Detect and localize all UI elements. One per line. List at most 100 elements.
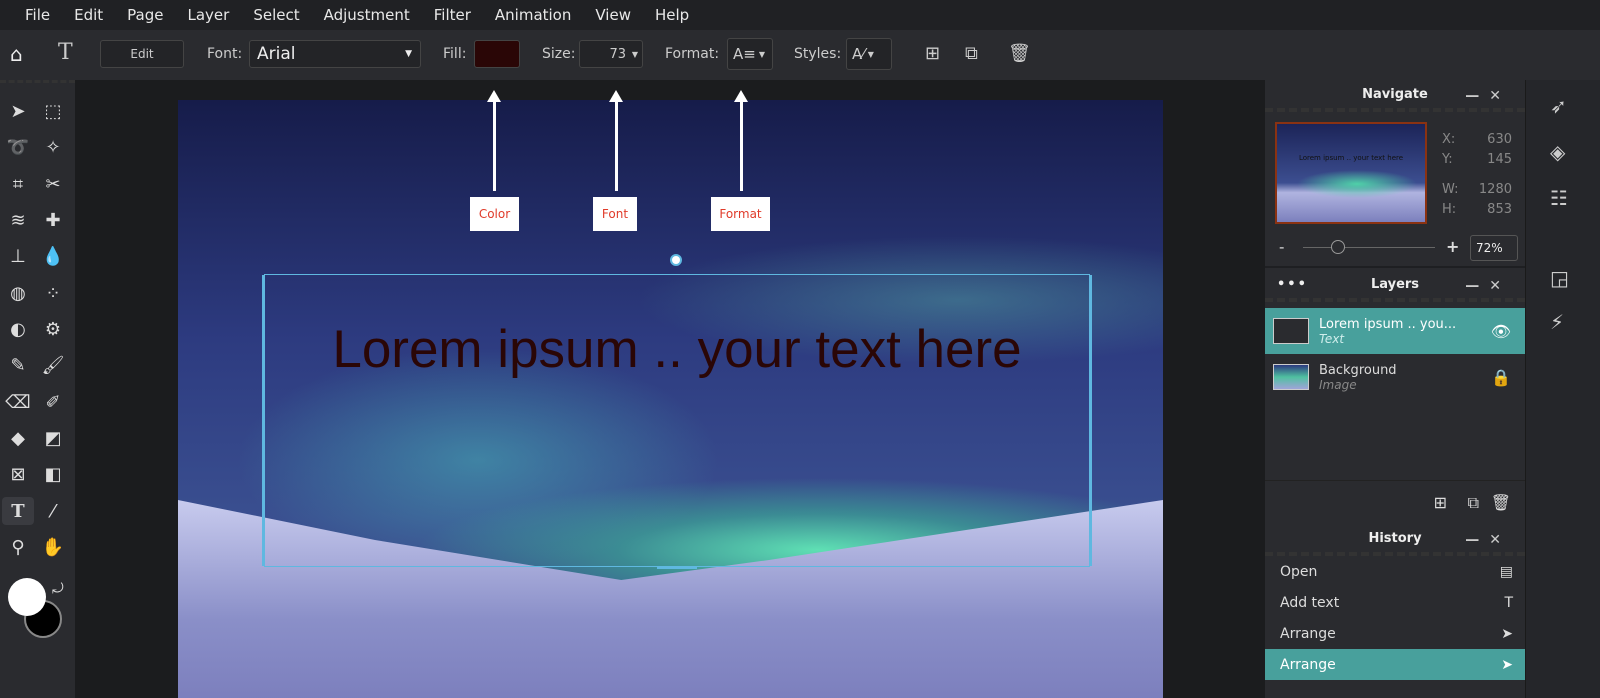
navigate-icon[interactable]: ➶ <box>1550 94 1567 118</box>
history-icon[interactable]: ☷ <box>1550 186 1568 210</box>
add-layer-icon[interactable]: ⊞ <box>1434 493 1447 512</box>
duplicate-icon[interactable]: ⧉ <box>965 43 978 64</box>
font-label: Font: <box>207 46 243 62</box>
stamp-icon[interactable]: ⊥ <box>4 242 32 270</box>
history-header: History —✕ <box>1265 524 1525 556</box>
annotation-font: Font <box>593 197 637 231</box>
trash-icon[interactable]: 🗑 <box>1008 43 1031 64</box>
sponge-icon[interactable]: ◍ <box>4 279 32 307</box>
lasso-tool-icon[interactable]: ➰ <box>4 133 32 161</box>
gradient-icon[interactable]: ◩ <box>39 424 67 452</box>
history-item[interactable]: Add text T <box>1265 587 1525 618</box>
history-item[interactable]: Arrange ➤ <box>1265 618 1525 649</box>
history-label: Add text <box>1280 594 1340 611</box>
panel-controls[interactable]: —✕ <box>1465 278 1511 294</box>
panel-controls[interactable]: —✕ <box>1465 88 1511 104</box>
history-panel: History —✕ Open ▤ Add text T Arrange ➤ Arran… <box>1265 524 1525 698</box>
eyedropper-icon[interactable]: ⁄ <box>39 497 67 525</box>
document-icon: ▤ <box>1499 563 1513 580</box>
pen-icon[interactable]: ✎ <box>4 351 32 379</box>
more-icon[interactable]: ••• <box>1277 277 1308 292</box>
menu-file[interactable]: File <box>25 6 50 24</box>
format-button[interactable]: A≡ ▼ <box>727 38 773 70</box>
layer-type: Image <box>1319 377 1357 392</box>
history-title: History <box>1368 530 1422 546</box>
dodge-icon[interactable]: ◐ <box>4 315 32 343</box>
clone-brush-icon[interactable]: ✐ <box>39 388 67 416</box>
y-value: 145 <box>1487 152 1512 167</box>
foreground-color-swatch[interactable] <box>8 578 46 616</box>
history-label: Arrange <box>1280 625 1336 642</box>
text-layer-selection[interactable]: Lorem ipsum .. your text here <box>262 254 1092 569</box>
hand-icon[interactable]: ✋ <box>39 533 67 561</box>
rotate-handle[interactable] <box>670 254 682 266</box>
eraser-icon[interactable]: ⌫ <box>4 388 32 416</box>
edit-button[interactable]: Edit <box>100 40 184 68</box>
zoom-slider[interactable] <box>1303 240 1435 254</box>
menu-layer[interactable]: Layer <box>188 6 230 24</box>
menu-adjustment[interactable]: Adjustment <box>324 6 410 24</box>
shapes-icon[interactable]: ◧ <box>39 460 67 488</box>
resize-handle-bottom[interactable] <box>657 566 697 569</box>
layer-item-background[interactable]: Background Image 🔒 <box>1265 354 1525 400</box>
resize-handle-right[interactable] <box>1089 275 1092 566</box>
zoom-input[interactable]: 72% <box>1470 235 1518 261</box>
layer-item-text[interactable]: Lorem ipsum .. you... Text 👁 <box>1265 308 1525 354</box>
arrow-annotation <box>487 90 501 191</box>
resize-icon[interactable]: ◲ <box>1550 266 1569 290</box>
fill-label: Fill: <box>443 46 467 62</box>
lightning-icon[interactable]: ⚡ <box>1550 310 1564 334</box>
scissors-icon[interactable]: ✂ <box>39 170 67 198</box>
layers-icon[interactable]: ◈ <box>1550 140 1565 164</box>
styles-label: Styles: <box>794 46 842 62</box>
navigator-thumbnail[interactable]: Lorem ipsum .. your text here <box>1275 122 1427 224</box>
zoom-icon[interactable]: ⚲ <box>4 533 32 561</box>
text-tool-icon[interactable]: T <box>2 497 34 525</box>
resize-handle-left[interactable] <box>262 275 265 566</box>
add-icon[interactable]: ⊞ <box>925 43 940 64</box>
history-label: Open <box>1280 563 1318 580</box>
sharpen-icon[interactable]: ⚙ <box>39 315 67 343</box>
right-panels: Navigate —✕ Lorem ipsum .. your text here… <box>1265 80 1525 698</box>
menu-select[interactable]: Select <box>253 6 299 24</box>
styles-button[interactable]: A⁄ ▼ <box>846 38 892 70</box>
history-item[interactable]: Open ▤ <box>1265 556 1525 587</box>
menu-help[interactable]: Help <box>655 6 689 24</box>
swap-colors-icon[interactable]: ⤾ <box>52 581 64 597</box>
size-value: 73 <box>609 46 626 62</box>
marquee-tool-icon[interactable]: ⬚ <box>39 97 67 125</box>
canvas-text[interactable]: Lorem ipsum .. your text here <box>265 319 1089 380</box>
dots-icon[interactable]: ⁘ <box>39 279 67 307</box>
menu-page[interactable]: Page <box>127 6 163 24</box>
layers-footer: ⊞ ⧉ 🗑 <box>1265 480 1525 522</box>
zoom-out-button[interactable]: - <box>1279 238 1284 256</box>
annotation-color: Color <box>470 197 519 231</box>
home-icon[interactable]: ⌂ <box>10 42 23 66</box>
bandage-icon[interactable]: ✚ <box>39 206 67 234</box>
panel-controls[interactable]: —✕ <box>1465 532 1511 548</box>
zoom-in-button[interactable]: + <box>1446 237 1459 256</box>
lock-icon[interactable]: 🔒 <box>1491 368 1511 387</box>
delete-layer-icon[interactable]: 🗑 <box>1491 493 1511 512</box>
frame-icon[interactable]: ⊠ <box>4 460 32 488</box>
navigate-header: Navigate —✕ <box>1265 80 1525 112</box>
duplicate-layer-icon[interactable]: ⧉ <box>1468 493 1479 513</box>
eye-icon[interactable]: 👁 <box>1491 322 1511 341</box>
menu-edit[interactable]: Edit <box>74 6 103 24</box>
drop-icon[interactable]: 💧 <box>39 242 67 270</box>
move-tool-icon[interactable]: ➤ <box>4 97 32 125</box>
fill-color-swatch[interactable] <box>474 40 520 68</box>
font-select[interactable]: Arial ▼ <box>249 40 421 68</box>
history-item-active[interactable]: Arrange ➤ <box>1265 649 1525 680</box>
magic-wand-icon[interactable]: ✧ <box>39 133 67 161</box>
size-label: Size: <box>542 46 576 62</box>
liquify-icon[interactable]: ≋ <box>4 206 32 234</box>
zoom-slider-handle[interactable] <box>1331 240 1345 254</box>
size-input[interactable]: 73 ▼ <box>579 40 643 68</box>
menu-view[interactable]: View <box>595 6 631 24</box>
menu-animation[interactable]: Animation <box>495 6 571 24</box>
brush-icon[interactable]: 🖌 <box>39 351 67 379</box>
menu-filter[interactable]: Filter <box>434 6 471 24</box>
crop-tool-icon[interactable]: ⌗ <box>4 170 32 198</box>
paint-bucket-icon[interactable]: ◆ <box>4 424 32 452</box>
